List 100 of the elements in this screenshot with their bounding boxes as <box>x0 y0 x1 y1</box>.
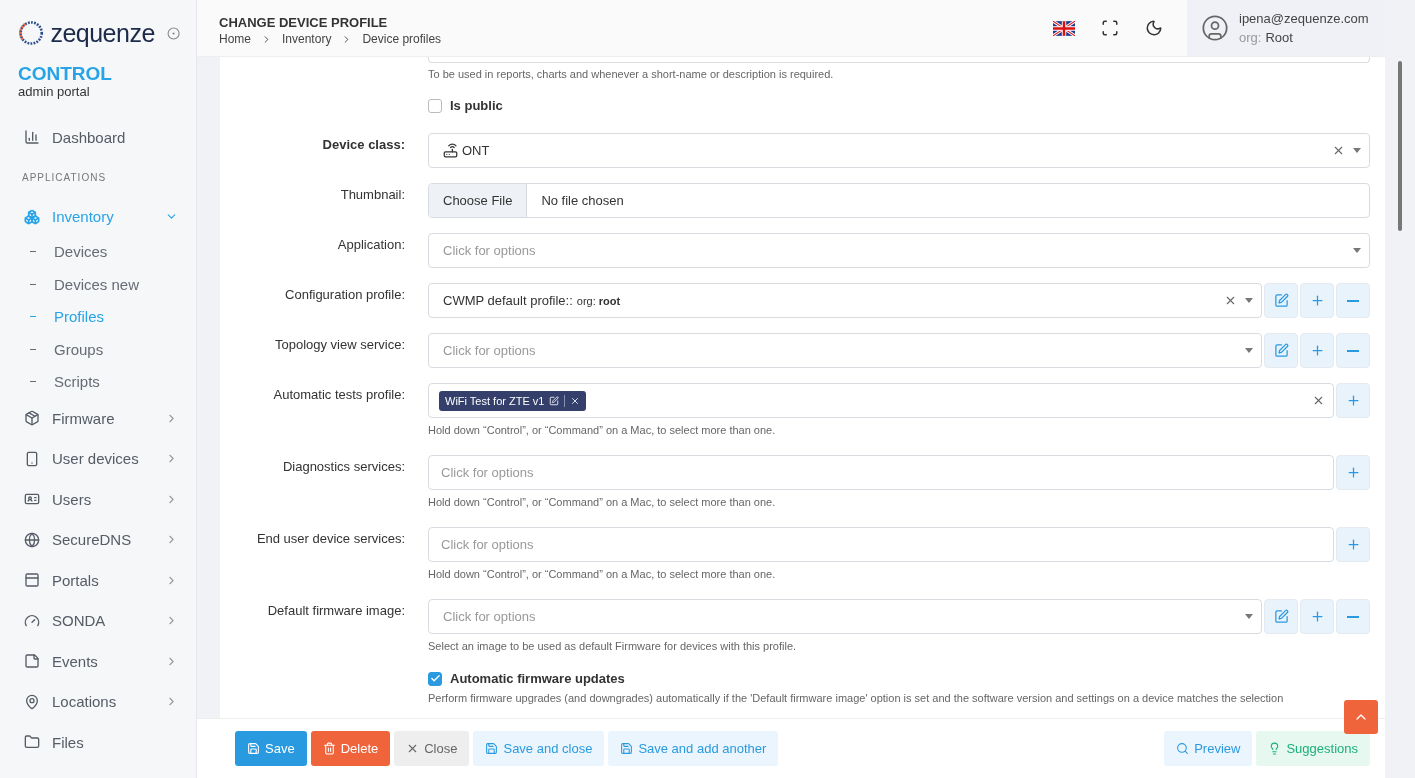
remove-icon[interactable] <box>570 395 581 406</box>
checkbox-text: Is public <box>450 98 503 113</box>
field-label: Topology view service: <box>274 337 405 354</box>
edit-button[interactable] <box>1264 333 1298 368</box>
multi-select-field[interactable]: WiFi Test for ZTE v1 <box>428 383 1334 418</box>
nav-item[interactable]: Locations <box>18 681 196 722</box>
plus-icon <box>1309 609 1325 624</box>
save-icon <box>620 742 634 755</box>
edit-button[interactable] <box>1264 599 1298 634</box>
plus-icon <box>1345 465 1361 480</box>
org-label: org: <box>1239 29 1262 47</box>
select-field[interactable]: ONT <box>428 133 1370 168</box>
package-icon <box>24 410 40 427</box>
nav-sub-item[interactable]: Devices new <box>18 268 196 301</box>
nav-item[interactable]: SONDA <box>18 600 196 641</box>
user-email: ipena@zequenze.com <box>1239 10 1369 28</box>
checkbox-label[interactable]: Is public <box>428 98 503 113</box>
save-icon <box>247 742 260 755</box>
nav-item[interactable]: Firmware <box>18 398 196 439</box>
placeholder-text: Click for options <box>443 343 536 358</box>
globe-icon <box>24 531 40 548</box>
scrollbar-thumb[interactable] <box>1398 61 1402 231</box>
breadcrumb-link[interactable]: Home <box>219 32 251 46</box>
selected-value: ONT <box>462 143 490 158</box>
edit-button[interactable] <box>1264 283 1298 318</box>
plus-icon <box>1309 293 1325 308</box>
moon-icon[interactable] <box>1145 19 1163 37</box>
minus-icon <box>1347 299 1359 302</box>
choose-file-button[interactable]: Choose File <box>429 184 528 217</box>
select-field[interactable]: CWMP default profile:: org: root <box>428 283 1262 318</box>
breadcrumb-link[interactable]: Device profiles <box>362 32 442 46</box>
selected-tag[interactable]: WiFi Test for ZTE v1 <box>439 390 587 411</box>
user-avatar-icon[interactable] <box>1201 14 1229 42</box>
edit-icon <box>1273 293 1289 308</box>
checkbox[interactable] <box>428 671 442 686</box>
scroll-top-button[interactable] <box>1344 700 1378 734</box>
field-label: Thumbnail: <box>340 187 405 204</box>
edit-icon <box>1273 609 1289 624</box>
plus-icon <box>1345 393 1361 408</box>
help-text: Hold down “Control”, or “Command” on a Mac, to select more than one. <box>428 423 777 438</box>
nav-sub-item[interactable]: Scripts <box>18 365 196 398</box>
edit-icon[interactable] <box>549 395 560 406</box>
nav-sub-item[interactable]: Groups <box>18 333 196 366</box>
edit-icon <box>1273 343 1289 358</box>
caret-icon[interactable] <box>1245 348 1253 353</box>
breadcrumb-link[interactable]: Inventory <box>282 32 332 46</box>
smartphone-icon <box>24 450 40 467</box>
toggle-icon[interactable] <box>166 25 180 41</box>
clear-icon[interactable] <box>1224 294 1237 307</box>
ring-logo-icon <box>18 18 45 48</box>
folder-icon <box>24 734 40 751</box>
nav-item[interactable]: Portals <box>18 560 196 601</box>
placeholder-text: Click for options <box>441 537 534 552</box>
minus-icon <box>1347 349 1359 352</box>
field-label: End user device services: <box>256 531 405 548</box>
selected-value: CWMP default profile:: <box>443 293 573 308</box>
caret-icon[interactable] <box>1245 298 1253 303</box>
field-label: Automatic tests profile: <box>273 387 405 404</box>
nav-item[interactable]: Files <box>18 722 196 763</box>
fullscreen-icon[interactable] <box>1101 19 1119 37</box>
trash-icon <box>322 742 336 755</box>
brand-title: CONTROL <box>18 64 113 84</box>
caret-icon[interactable] <box>1245 614 1253 619</box>
plus-icon <box>1345 537 1361 552</box>
help-text: Select an image to be used as default Firmware for devices with this profile. <box>428 639 798 654</box>
field-label: Diagnostics services: <box>282 459 405 476</box>
nav-item[interactable]: SecureDNS <box>18 519 196 560</box>
caret-icon[interactable] <box>1353 248 1361 253</box>
nav-item[interactable]: Events <box>18 641 196 682</box>
caret-icon[interactable] <box>1353 148 1361 153</box>
field-label: Default firmware image: <box>267 603 405 620</box>
org-name: Root <box>1265 29 1293 47</box>
nav-item[interactable]: User devices <box>18 438 196 479</box>
placeholder-text: Click for options <box>441 465 534 480</box>
clear-icon[interactable] <box>1312 394 1325 407</box>
checkbox[interactable] <box>428 98 442 113</box>
help-text: Hold down “Control”, or “Command” on a Mac, to select more than one. <box>428 495 777 510</box>
action-button[interactable]: Close <box>394 731 470 766</box>
nav-item[interactable]: Users <box>18 479 196 520</box>
page-title: CHANGE DEVICE PROFILE <box>219 15 389 30</box>
map-pin-icon <box>24 693 40 710</box>
field-label: Device class: <box>322 137 405 154</box>
file-status: No file chosen <box>540 193 624 208</box>
plus-icon <box>1309 343 1325 358</box>
org-note: org: root <box>576 294 621 307</box>
brand-subtitle: admin portal <box>18 84 91 99</box>
placeholder-text: Click for options <box>443 609 536 624</box>
flag-icon[interactable] <box>1053 20 1075 36</box>
nav-item[interactable]: Dashboard <box>18 117 196 158</box>
placeholder-text: Click for options <box>443 243 536 258</box>
gauge-icon <box>24 612 40 629</box>
clear-icon[interactable] <box>1332 144 1345 157</box>
save-icon <box>485 742 499 755</box>
nav-sub-item[interactable]: Devices <box>18 235 196 268</box>
nav-section-title: APPLICATIONS <box>21 171 108 185</box>
note-icon <box>24 653 40 670</box>
file-field[interactable]: Choose File No file chosen <box>428 183 1370 218</box>
help-text: Hold down “Control”, or “Command” on a Mac, to select more than one. <box>428 567 777 582</box>
bar-chart-icon <box>24 129 40 146</box>
router-icon <box>443 143 458 158</box>
